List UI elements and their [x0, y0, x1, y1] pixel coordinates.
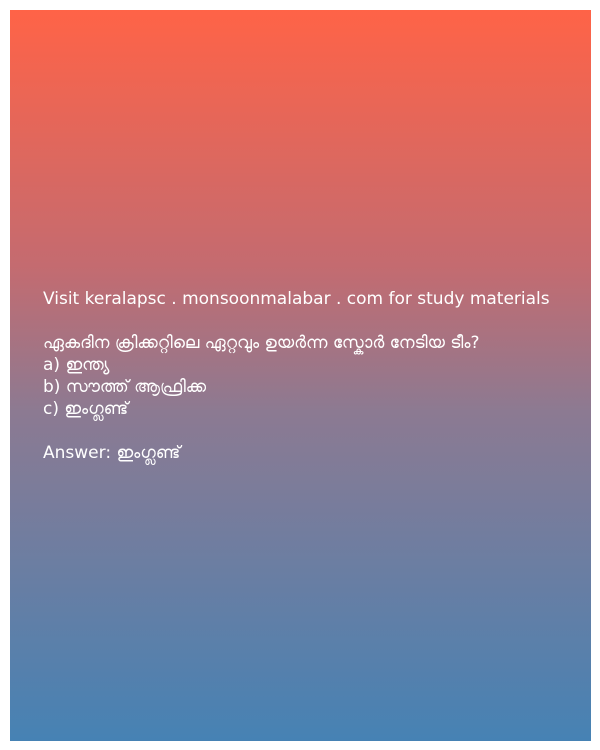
question-card: Visit keralapsc . monsoonmalabar . com f…	[10, 10, 591, 741]
option-a: a) ഇന്ത്യ	[43, 355, 110, 375]
visit-line: Visit keralapsc . monsoonmalabar . com f…	[43, 289, 550, 309]
option-b: b) സൗത്ത് ആഫ്രിക്ക	[43, 377, 207, 397]
answer-line: Answer: ഇംഗ്ലണ്ട്	[43, 443, 181, 463]
card-content: Visit keralapsc . monsoonmalabar . com f…	[43, 288, 583, 464]
option-c: c) ഇംഗ്ലണ്ട്	[43, 399, 129, 419]
question-text: ഏകദിന ക്രിക്കറ്റിലെ ഏറ്റവും ഉയർന്ന സ്കോർ…	[43, 333, 480, 353]
